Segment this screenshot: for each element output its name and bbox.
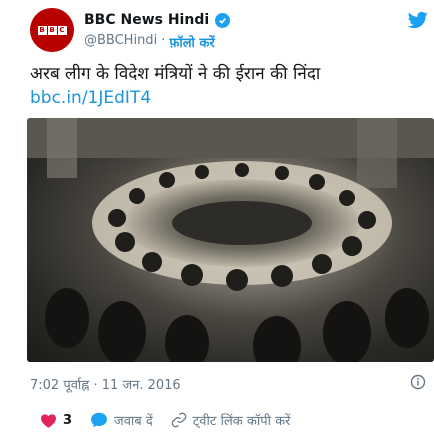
verified-icon (215, 12, 231, 28)
twitter-bird-icon[interactable] (408, 10, 428, 30)
handle[interactable]: @BBCHindi (84, 33, 157, 51)
tweet-photo[interactable] (27, 118, 434, 362)
tweet-timestamp[interactable]: 7:02 पूर्वाह्न · 11 जन. 2016 (30, 375, 181, 393)
tweet-link[interactable]: bbc.in/1JEdIT4 (30, 86, 151, 110)
bbc-logo-letter: B (47, 25, 57, 35)
bbc-logo: B B C (37, 25, 67, 35)
heart-icon[interactable] (40, 413, 57, 428)
follow-button[interactable]: फ़ॉलो करें (169, 33, 214, 51)
tweet-card: B B C BBC News Hindi @BBCHindi · फ़ॉलो क… (0, 0, 434, 444)
photo-illustration (27, 118, 434, 362)
info-icon[interactable] (410, 374, 426, 390)
reply-action[interactable]: जवाब दें (90, 411, 153, 429)
tweet-text: अरब लीग के विदेश मंत्रियों ने की ईरान की… (30, 64, 321, 84)
copy-link-action[interactable]: ट्वीट लिंक कॉपी करें (171, 411, 291, 429)
reply-icon[interactable] (90, 412, 108, 428)
likes-count: 3 (63, 412, 73, 428)
reply-label[interactable]: जवाब दें (114, 411, 153, 429)
author-name-row: BBC News Hindi (84, 12, 231, 28)
link-icon[interactable] (171, 412, 187, 428)
bbc-logo-letter: C (57, 25, 67, 35)
like-action[interactable]: 3 (40, 413, 72, 428)
tweet-actions: 3 जवाब दें ट्वीट लिंक कॉपी करें (40, 411, 308, 429)
display-name[interactable]: BBC News Hindi (84, 12, 209, 28)
separator: · (161, 33, 166, 48)
copy-link-label[interactable]: ट्वीट लिंक कॉपी करें (193, 411, 291, 429)
avatar[interactable]: B B C (30, 8, 74, 52)
handle-row: @BBCHindi · फ़ॉलो करें (84, 33, 215, 51)
bbc-logo-letter: B (37, 25, 47, 35)
